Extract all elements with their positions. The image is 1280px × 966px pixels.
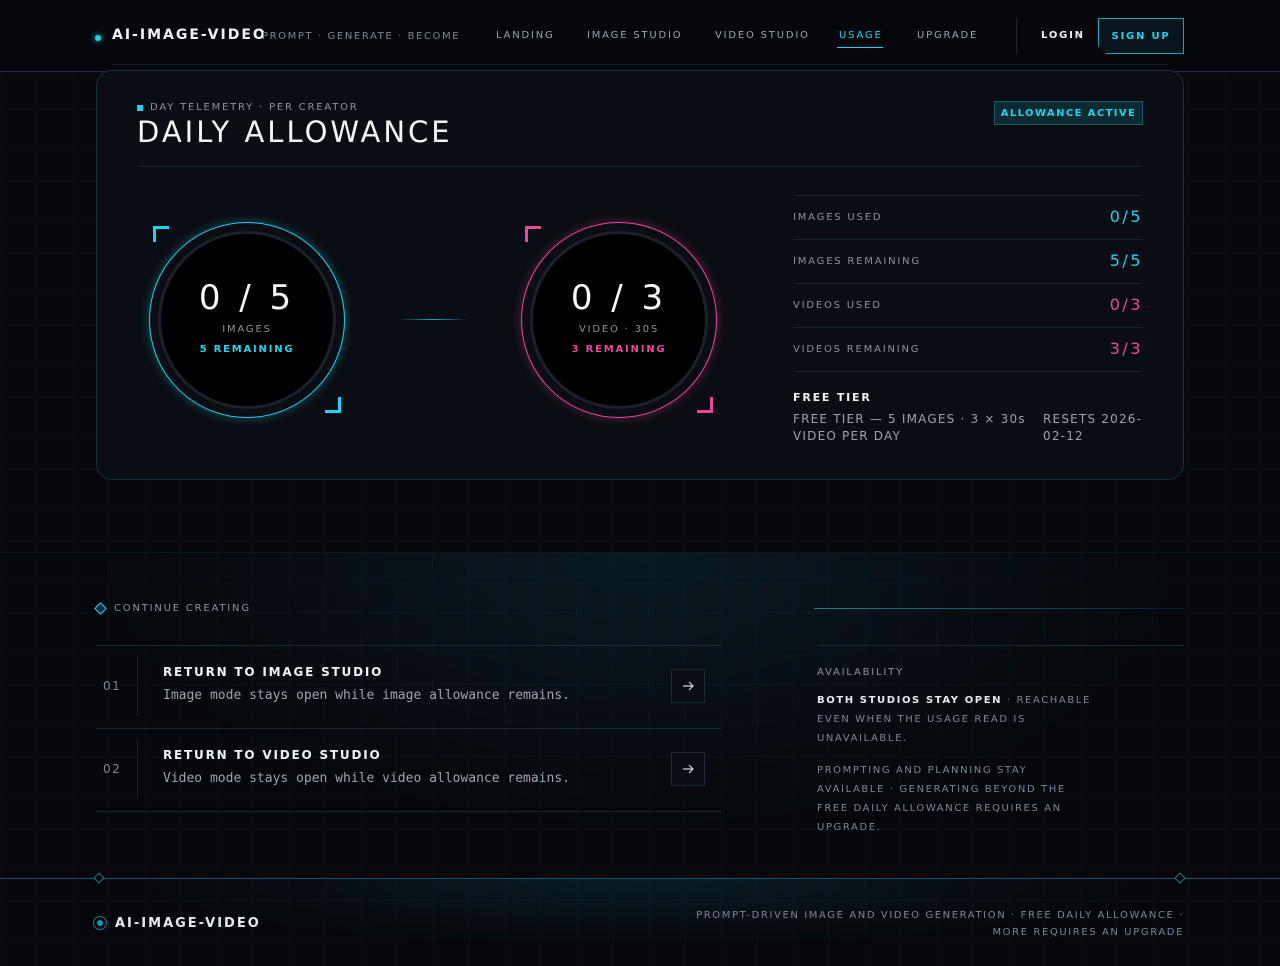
image-gauge-label: IMAGES [222, 324, 272, 335]
nav-link-video-studio[interactable]: VIDEO STUDIO [715, 30, 810, 41]
nav-link-upgrade[interactable]: UPGRADE [917, 30, 978, 41]
footer-brand[interactable]: AI-IMAGE-VIDEO [115, 916, 261, 931]
availability-label: AVAILABILITY [817, 667, 904, 678]
list-divider [96, 728, 721, 729]
nav-link-landing[interactable]: LANDING [496, 30, 555, 41]
list-divider [96, 811, 721, 812]
nav-link-image-studio[interactable]: IMAGE STUDIO [587, 30, 682, 41]
top-nav: AI-IMAGE-VIDEO PROMPT · GENERATE · BECOM… [0, 0, 1280, 72]
nav-divider [1016, 18, 1017, 54]
corner-bracket-icon [153, 226, 169, 242]
availability-paragraph-1: BOTH STUDIOS STAY OPEN · REACHABLE EVEN … [817, 691, 1097, 748]
list-divider [96, 645, 721, 646]
stat-label: VIDEOS REMAINING [793, 344, 921, 355]
availability-accent-line [814, 608, 1184, 609]
stat-label: IMAGES USED [793, 212, 883, 223]
stat-value: 0/3 [1109, 295, 1143, 314]
availability-strong: BOTH STUDIOS STAY OPEN [817, 695, 1003, 706]
stat-value: 5/5 [1109, 251, 1143, 270]
arrow-right-icon[interactable] [671, 669, 705, 703]
list-item-description: Image mode stays open while image allowa… [163, 688, 570, 703]
signup-button[interactable]: SIGN UP [1098, 18, 1184, 54]
list-item-separator [137, 656, 138, 716]
video-gauge-core [530, 231, 708, 409]
tier-description: FREE TIER — 5 IMAGES · 3 × 30s VIDEO PER… [793, 412, 1026, 443]
stat-row-videos-used: VIDEOS USED 0/3 [793, 283, 1143, 327]
list-item-description: Video mode stays open while video allowa… [163, 771, 570, 786]
list-item-number: 02 [103, 762, 122, 776]
nav-active-indicator [837, 47, 883, 48]
list-item-separator [137, 739, 138, 799]
availability-divider [817, 645, 1184, 646]
footer-logo-icon [93, 916, 107, 930]
stat-row-images-used: IMAGES USED 0/5 [793, 195, 1143, 239]
stat-label: IMAGES REMAINING [793, 256, 921, 267]
stat-label: VIDEOS USED [793, 300, 882, 311]
reset-date: RESETS 2026-02-12 [1043, 412, 1143, 443]
stat-row-images-remaining: IMAGES REMAINING 5/5 [793, 239, 1143, 283]
stat-divider [793, 371, 1143, 372]
footer-text: PROMPT-DRIVEN IMAGE AND VIDEO GENERATION… [696, 910, 1184, 938]
arrow-right-icon[interactable] [671, 752, 705, 786]
stat-row-videos-remaining: VIDEOS REMAINING 3/3 [793, 327, 1143, 371]
page-title: DAILY ALLOWANCE [137, 115, 453, 149]
video-gauge-remaining: 3 REMAINING [571, 344, 667, 355]
corner-bracket-icon [697, 397, 713, 413]
list-item-number: 01 [103, 679, 122, 693]
brand-tagline: PROMPT · GENERATE · BECOME [262, 31, 461, 42]
stat-value: 0/5 [1109, 207, 1143, 226]
image-gauge-remaining: 5 REMAINING [199, 344, 295, 355]
image-gauge-core [158, 231, 336, 409]
brand-logo[interactable]: AI-IMAGE-VIDEO [112, 27, 267, 43]
gauge-connector [397, 319, 469, 320]
status-badge: ALLOWANCE ACTIVE [994, 101, 1143, 125]
video-gauge-label: VIDEO · 30S [578, 324, 660, 335]
stat-value: 3/3 [1109, 339, 1143, 358]
corner-bracket-icon [325, 397, 341, 413]
nav-link-usage[interactable]: USAGE [839, 30, 883, 41]
brand-dot-icon [95, 35, 101, 41]
card-divider [137, 166, 1143, 167]
tier-title: FREE TIER [793, 391, 872, 404]
eyebrow-square-icon [137, 105, 143, 111]
image-gauge-value: 0 / 5 [198, 278, 296, 318]
card-eyebrow: DAY TELEMETRY · PER CREATOR [150, 102, 359, 113]
list-item-title: RETURN TO VIDEO STUDIO [163, 748, 382, 762]
login-button[interactable]: LOGIN [1041, 30, 1085, 41]
availability-paragraph-2: PROMPTING AND PLANNING STAY AVAILABLE · … [817, 765, 1066, 833]
section-label: CONTINUE CREATING [114, 603, 251, 614]
corner-bracket-icon [525, 226, 541, 242]
list-item-title: RETURN TO IMAGE STUDIO [163, 665, 384, 679]
nav-subline [112, 64, 1168, 65]
video-gauge-value: 0 / 3 [570, 278, 668, 318]
